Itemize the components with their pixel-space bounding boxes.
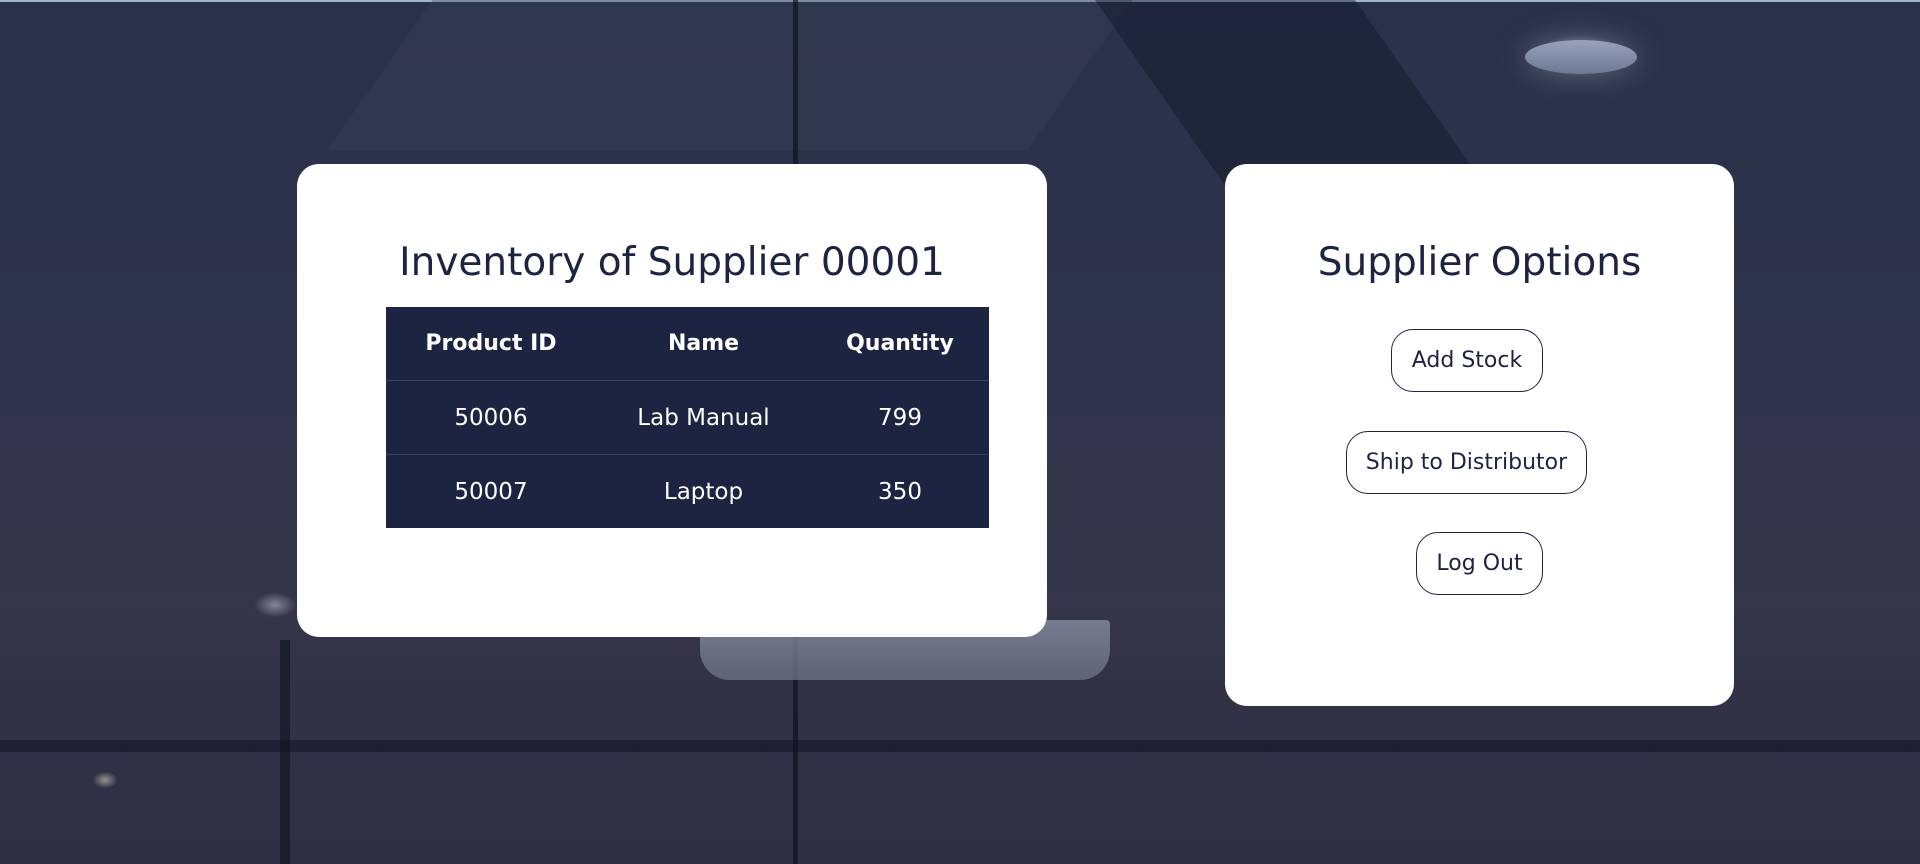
ceiling-pole <box>280 640 290 864</box>
column-header-product-id: Product ID <box>425 331 557 356</box>
column-header-name: Name <box>667 331 740 356</box>
cell-quantity: 799 <box>811 380 989 455</box>
ceiling-beam <box>327 0 1133 150</box>
table-header-row: Product ID Name Quantity <box>386 307 989 381</box>
options-title: Supplier Options <box>1317 240 1642 285</box>
log-out-button[interactable]: Log Out <box>1416 532 1543 595</box>
supplier-options-card: Supplier Options Add Stock Ship to Distr… <box>1225 164 1734 706</box>
cell-name: Laptop <box>596 454 811 528</box>
ceiling-lamp <box>1525 40 1637 74</box>
column-header-quantity: Quantity <box>846 331 954 356</box>
cell-product-id: 50007 <box>386 454 596 528</box>
inventory-title: Inventory of Supplier 00001 <box>399 240 945 285</box>
add-stock-button[interactable]: Add Stock <box>1391 329 1543 392</box>
cell-name: Lab Manual <box>596 380 811 455</box>
inventory-table: Product ID Name Quantity 50006 Lab Manua… <box>386 307 989 528</box>
ship-to-distributor-button[interactable]: Ship to Distributor <box>1346 431 1587 494</box>
cell-quantity: 350 <box>811 454 989 528</box>
table-row: 50006 Lab Manual 799 <box>386 380 989 455</box>
table-row: 50007 Laptop 350 <box>386 454 989 528</box>
inventory-card: Inventory of Supplier 00001 Product ID N… <box>297 164 1047 637</box>
cell-product-id: 50006 <box>386 380 596 455</box>
